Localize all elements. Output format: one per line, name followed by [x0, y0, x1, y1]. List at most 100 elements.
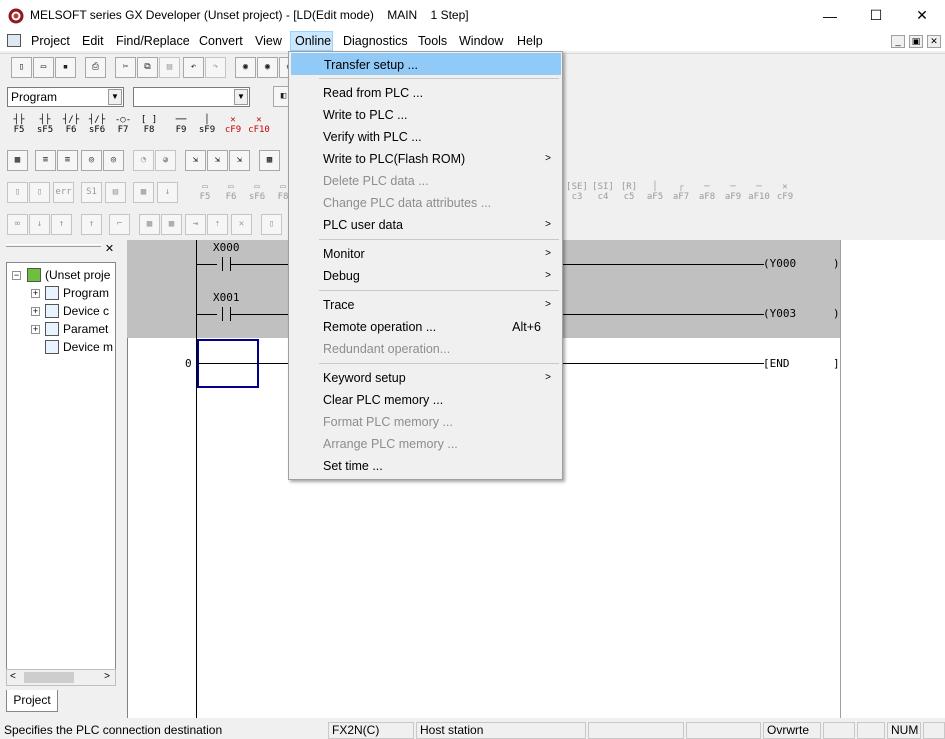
menu-find-replace[interactable]: Find/Replace — [112, 31, 194, 51]
tab-project[interactable]: Project — [6, 690, 58, 712]
menu-item-remote-operation[interactable]: Remote operation ... Alt+6 — [291, 316, 561, 338]
expand-icon[interactable]: + — [31, 325, 40, 334]
open-contact[interactable] — [222, 307, 231, 321]
save-icon[interactable]: ▪ — [55, 57, 76, 78]
sfc-f6-key[interactable]: ▭ F6 — [219, 180, 243, 204]
open-contact[interactable] — [222, 257, 231, 271]
maximize-button[interactable]: ☐ — [853, 0, 899, 31]
data-select[interactable]: ▼ — [133, 87, 250, 107]
sfc-move-up-icon[interactable]: ⇡ — [207, 214, 228, 235]
find-instruction-icon[interactable]: ◉ — [257, 57, 278, 78]
menu-tools[interactable]: Tools — [414, 31, 451, 51]
parallel-open-contact-key[interactable]: ┤├ sF5 — [33, 113, 57, 137]
new-file-icon[interactable]: ▯ — [11, 57, 32, 78]
sfc-cf9-key[interactable]: ✕ cF9 — [773, 180, 797, 204]
collapse-icon[interactable]: − — [12, 271, 21, 280]
sfc-af10-key[interactable]: ─ aF10 — [747, 180, 771, 204]
program-select[interactable]: Program ▼ — [7, 87, 124, 107]
paste-icon[interactable]: ▤ — [159, 57, 180, 78]
panel-grip[interactable] — [6, 244, 101, 247]
menu-item-set-time[interactable]: Set time ... — [291, 455, 561, 477]
cut-icon[interactable]: ✂ — [115, 57, 136, 78]
sfc-zoom-icon[interactable]: ↓ — [29, 214, 50, 235]
sfc-step-icon[interactable]: ▯ — [7, 182, 28, 203]
convert-icon[interactable]: ⇲ — [185, 150, 206, 171]
sfc-jump-icon[interactable]: ↑ — [81, 214, 102, 235]
tree-item-program[interactable]: + Program — [7, 284, 115, 302]
sfc-sf6-key[interactable]: ▭ sF6 — [245, 180, 269, 204]
minimize-button[interactable]: — — [807, 0, 853, 31]
application-instruction-key[interactable]: [ ] F8 — [137, 113, 161, 137]
mdi-close-button[interactable]: ✕ — [927, 35, 941, 48]
menu-item-monitor[interactable]: Monitor > — [291, 243, 561, 265]
sfc-c5-key[interactable]: [R] c5 — [617, 180, 641, 204]
ladder-mode-icon[interactable]: ▦ — [7, 150, 28, 171]
menu-item-write-to-plc-flash-rom[interactable]: Write to PLC(Flash ROM) > — [291, 148, 561, 170]
melsoft-app-icon[interactable] — [8, 8, 24, 24]
open-folder-icon[interactable]: ▭ — [33, 57, 54, 78]
open-contact-key[interactable]: ┤├ F5 — [7, 113, 31, 137]
menu-window[interactable]: Window — [455, 31, 507, 51]
menu-help[interactable]: Help — [513, 31, 547, 51]
tree-item-parameter[interactable]: + Paramet — [7, 320, 115, 338]
read-mode-icon[interactable]: ≡ — [35, 150, 56, 171]
menu-item-write-to-plc[interactable]: Write to PLC ... — [291, 104, 561, 126]
sfc-table-icon[interactable]: ▦ — [139, 214, 160, 235]
coil-label[interactable]: (Y000 — [763, 257, 796, 270]
scroll-right-icon[interactable]: > — [104, 671, 110, 682]
expand-icon[interactable]: + — [31, 307, 40, 316]
statement-icon[interactable]: ◕ — [155, 150, 176, 171]
sfc-error-icon[interactable]: err — [53, 182, 74, 203]
mdi-minimize-button[interactable]: _ — [891, 35, 905, 48]
coil-key[interactable]: -○- F7 — [111, 113, 135, 137]
sfc-delete-icon[interactable]: ✕ — [231, 214, 252, 235]
comment-icon[interactable]: ◔ — [133, 150, 154, 171]
sfc-list-icon[interactable]: ▤ — [105, 182, 126, 203]
horizontal-line-key[interactable]: ── F9 — [169, 113, 193, 137]
tree-item-device-memory[interactable]: Device m — [7, 338, 115, 356]
coil-label[interactable]: (Y003 — [763, 307, 796, 320]
tree-item-device-comment[interactable]: + Device c — [7, 302, 115, 320]
delete-horizontal-line-key[interactable]: ✕ cF9 — [221, 113, 245, 137]
menu-diagnostics[interactable]: Diagnostics — [339, 31, 412, 51]
find-device-icon[interactable]: ◉ — [235, 57, 256, 78]
monitor-mode-icon[interactable]: ◎ — [81, 150, 102, 171]
tree-root[interactable]: − (Unset proje — [7, 266, 115, 284]
close-button[interactable]: ✕ — [899, 0, 945, 31]
sfc-c4-key[interactable]: [SI] c4 — [591, 180, 615, 204]
panel-close-icon[interactable]: ✕ — [103, 242, 116, 256]
menu-item-clear-plc-memory[interactable]: Clear PLC memory ... — [291, 389, 561, 411]
menu-item-transfer-setup[interactable]: Transfer setup ... — [291, 53, 561, 75]
menu-online[interactable]: Online — [290, 31, 333, 51]
menu-convert[interactable]: Convert — [195, 31, 247, 51]
mdi-document-icon[interactable] — [7, 34, 21, 47]
menu-item-plc-user-data[interactable]: PLC user data > — [291, 214, 561, 236]
delete-vertical-line-key[interactable]: ✕ cF10 — [247, 113, 271, 137]
print-icon[interactable]: ⎙ — [85, 57, 106, 78]
vertical-line-key[interactable]: │ sF9 — [195, 113, 219, 137]
menu-edit[interactable]: Edit — [78, 31, 108, 51]
sfc-branch-icon[interactable]: ⌐ — [109, 214, 130, 235]
sfc-af9-key[interactable]: ─ aF9 — [721, 180, 745, 204]
menu-project[interactable]: Project — [27, 31, 74, 51]
menu-item-verify-with-plc[interactable]: Verify with PLC ... — [291, 126, 561, 148]
menu-item-keyword-setup[interactable]: Keyword setup > — [291, 367, 561, 389]
scroll-left-icon[interactable]: < — [10, 671, 16, 682]
parallel-closed-contact-key[interactable]: ┤/├ sF6 — [85, 113, 109, 137]
sfc-up-icon[interactable]: ↑ — [51, 214, 72, 235]
chevron-down-icon[interactable]: ▼ — [108, 89, 122, 105]
chevron-down-icon[interactable]: ▼ — [234, 89, 248, 105]
sfc-doc-icon[interactable]: ▯ — [261, 214, 282, 235]
device-batch-icon[interactable]: ▩ — [259, 150, 280, 171]
sfc-table2-icon[interactable]: ▦ — [161, 214, 182, 235]
menu-item-read-from-plc[interactable]: Read from PLC ... — [291, 82, 561, 104]
sfc-sort-icon[interactable]: ↓ — [157, 182, 178, 203]
sfc-f5-key[interactable]: ▭ F5 — [193, 180, 217, 204]
menu-view[interactable]: View — [251, 31, 286, 51]
sfc-s1-icon[interactable]: S1 — [81, 182, 102, 203]
mdi-restore-button[interactable]: ▣ — [909, 35, 923, 48]
sfc-grid-icon[interactable]: ▦ — [133, 182, 154, 203]
undo-icon[interactable]: ↶ — [183, 57, 204, 78]
write-mode-icon[interactable]: ≡ — [57, 150, 78, 171]
menu-item-debug[interactable]: Debug > — [291, 265, 561, 287]
